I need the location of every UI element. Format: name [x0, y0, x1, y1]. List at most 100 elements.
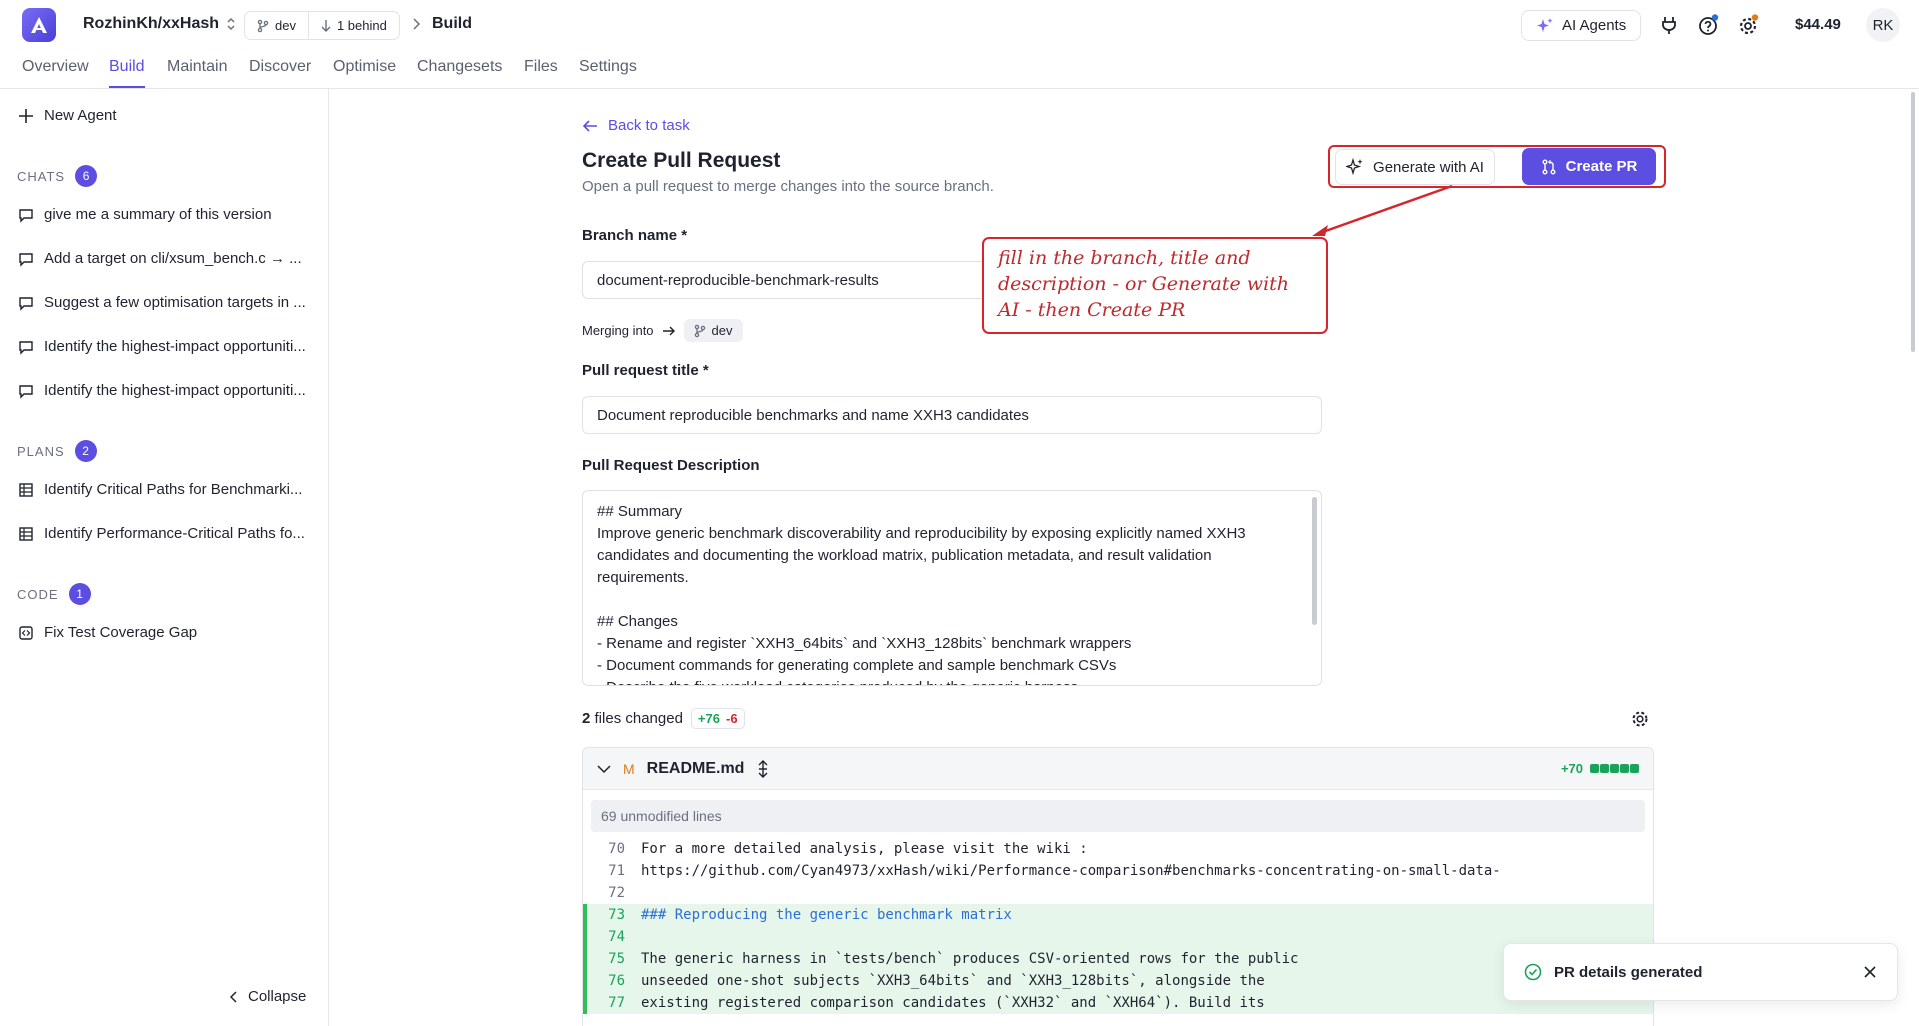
- chat-item-label: give me a summary of this version: [44, 206, 272, 223]
- pr-title-value: Document reproducible benchmarks and nam…: [597, 406, 1029, 424]
- line-text: https://github.com/Cyan4973/xxHash/wiki/…: [641, 863, 1501, 879]
- sparkle-icon: [1346, 158, 1363, 176]
- code-item-label: Fix Test Coverage Gap: [44, 624, 198, 641]
- description-scrollbar[interactable]: [1312, 497, 1317, 625]
- chat-item[interactable]: Suggest a few optimisation targets in ..…: [18, 294, 314, 311]
- pr-description-textarea[interactable]: ## Summary Improve generic benchmark dis…: [582, 490, 1322, 686]
- tab-maintain[interactable]: Maintain: [167, 58, 227, 86]
- branch-selector[interactable]: dev: [245, 12, 308, 39]
- plan-item-label: Identify Performance-Critical Paths fo..…: [44, 525, 305, 542]
- merging-into-label: Merging into: [582, 323, 654, 338]
- chat-item[interactable]: Identify the highest-impact opportuniti.…: [18, 382, 314, 399]
- create-pr-label: Create PR: [1565, 158, 1638, 175]
- app-logo[interactable]: [22, 8, 56, 42]
- settings-button[interactable]: [1737, 14, 1759, 36]
- code-item[interactable]: Fix Test Coverage Gap: [18, 624, 314, 641]
- arrow-right-icon: [662, 326, 675, 335]
- new-agent-label: New Agent: [44, 107, 117, 124]
- tab-files[interactable]: Files: [524, 58, 558, 86]
- code-file-icon: [19, 625, 33, 640]
- description-line: - Document commands for generating compl…: [597, 657, 1117, 674]
- behind-indicator[interactable]: 1 behind: [307, 12, 399, 39]
- chat-bubble-icon: [19, 252, 33, 267]
- top-bar: RozhinKh/xxHash dev 1 behind Build AI Ag…: [0, 0, 1919, 50]
- chat-item[interactable]: Add a target on cli/xsum_bench.c → ...: [18, 250, 314, 267]
- description-line: ## Summary: [597, 503, 683, 520]
- chevron-down-icon[interactable]: [597, 764, 611, 774]
- diff-settings-button[interactable]: [1630, 709, 1650, 729]
- plan-table-icon: [19, 526, 33, 541]
- plan-table-icon: [19, 482, 33, 497]
- ai-agents-button[interactable]: AI Agents: [1521, 10, 1642, 41]
- page-scrollbar[interactable]: [1911, 92, 1915, 352]
- diff-line-added: 75 The generic harness in `tests/bench` p…: [583, 948, 1653, 970]
- check-circle-icon: [1524, 963, 1542, 981]
- chat-item-label: Add a target on cli/xsum_bench.c → ...: [44, 250, 302, 267]
- breadcrumb: Build: [412, 15, 472, 33]
- chat-item[interactable]: give me a summary of this version: [18, 206, 314, 223]
- arrow-down-icon: [321, 19, 331, 32]
- description-line: candidates and documenting the workload …: [597, 547, 1212, 564]
- files-changed-label: files changed: [594, 710, 683, 727]
- plan-item[interactable]: Identify Critical Paths for Benchmarki..…: [18, 481, 314, 498]
- plans-label: PLANS: [17, 443, 65, 459]
- tab-optimise[interactable]: Optimise: [333, 58, 396, 86]
- chevron-right-icon: [413, 18, 420, 30]
- repo-selector[interactable]: RozhinKh/xxHash: [83, 15, 237, 33]
- additions-count: +76: [697, 711, 720, 726]
- line-number: 71: [608, 863, 625, 879]
- annotation-line: fill in the branch, title and: [998, 247, 1251, 269]
- chats-count: 6: [75, 165, 98, 187]
- chat-bubble-icon: [19, 296, 33, 311]
- chat-item-label: Suggest a few optimisation targets in ..…: [44, 294, 306, 311]
- sparkle-icon: [1537, 17, 1553, 32]
- pull-request-icon: [1542, 159, 1556, 174]
- code-count: 1: [68, 583, 91, 605]
- diff-line: 71 https://github.com/Cyan4973/xxHash/wik…: [583, 860, 1653, 882]
- tab-changesets[interactable]: Changesets: [417, 58, 502, 86]
- page-subtitle: Open a pull request to merge changes int…: [582, 178, 994, 195]
- unmodified-lines-expander[interactable]: 69 unmodified lines: [591, 800, 1645, 832]
- expand-vertical-icon[interactable]: [756, 759, 770, 778]
- new-agent-button[interactable]: New Agent: [18, 107, 117, 124]
- annotation-callout: fill in the branch, title and descriptio…: [982, 237, 1328, 334]
- line-number: 76: [608, 973, 625, 989]
- tab-settings[interactable]: Settings: [579, 58, 637, 86]
- ai-agents-label: AI Agents: [1562, 17, 1627, 34]
- user-avatar[interactable]: RK: [1866, 8, 1900, 42]
- tab-overview[interactable]: Overview: [22, 58, 89, 86]
- chat-item[interactable]: Identify the highest-impact opportuniti.…: [18, 338, 314, 355]
- chat-item-label: Identify the highest-impact opportuniti.…: [44, 382, 306, 399]
- tab-build[interactable]: Build: [109, 58, 145, 88]
- create-pr-button[interactable]: Create PR: [1522, 148, 1656, 185]
- plan-item[interactable]: Identify Performance-Critical Paths fo..…: [18, 525, 314, 542]
- pr-title-input[interactable]: Document reproducible benchmarks and nam…: [582, 396, 1322, 434]
- file-name: README.md: [646, 759, 745, 777]
- files-changed-summary: 2 files changed +76 -6: [582, 708, 745, 729]
- tab-discover[interactable]: Discover: [249, 58, 311, 86]
- toast-message: PR details generated: [1554, 963, 1703, 981]
- page-title: Create Pull Request: [582, 149, 781, 172]
- file-diff-header[interactable]: M README.md +70: [583, 748, 1653, 790]
- plug-button[interactable]: [1658, 14, 1680, 36]
- branch-pill[interactable]: dev 1 behind: [244, 11, 400, 40]
- description-line: requirements.: [597, 569, 689, 586]
- collapse-sidebar-button[interactable]: Collapse: [230, 988, 306, 1005]
- chats-label: CHATS: [17, 168, 66, 184]
- line-text: unseeded one-shot subjects `XXH3_64bits`…: [641, 973, 1265, 989]
- git-branch-icon: [694, 324, 705, 337]
- plug-icon: [1662, 17, 1676, 34]
- target-branch: dev: [711, 323, 733, 338]
- pr-description-label: Pull Request Description: [582, 457, 760, 474]
- diffstat-badge: +76 -6: [690, 708, 745, 729]
- description-line: Improve generic benchmark discoverabilit…: [597, 525, 1246, 542]
- arrow-left-icon: [582, 119, 597, 132]
- help-button[interactable]: [1697, 14, 1719, 36]
- git-branch-icon: [257, 19, 269, 32]
- code-header: CODE 1: [17, 583, 91, 605]
- close-icon[interactable]: [1863, 965, 1877, 979]
- diff-line-added: 74: [583, 926, 1653, 948]
- line-number: 70: [608, 841, 625, 857]
- back-to-task-link[interactable]: Back to task: [582, 117, 690, 134]
- diff-line-added: 73 ### Reproducing the generic benchmark …: [583, 904, 1653, 926]
